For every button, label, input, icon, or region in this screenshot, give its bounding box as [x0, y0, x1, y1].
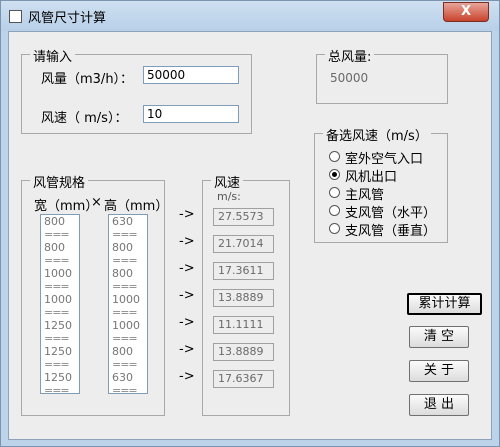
title-bar: 风管尺寸计算 X [1, 1, 499, 31]
list-item[interactable]: 800 [109, 345, 147, 358]
list-item[interactable]: 630 [109, 215, 147, 228]
result-speed-label: 风速 [211, 172, 244, 191]
list-separator: === [112, 254, 138, 267]
list-separator: === [112, 358, 138, 371]
list-separator: === [44, 358, 70, 371]
list-separator: === [44, 254, 70, 267]
speed-option-label[interactable]: 室外空气入口 [345, 148, 423, 167]
duct-size-group: 风管规格 宽（mm） × 高（mm） 800 === 800 === 1000 === 10… [21, 172, 169, 416]
result-speed-value: 13.8889 [213, 289, 274, 307]
list-item[interactable]: 1000 [109, 319, 147, 332]
list-separator: === [112, 332, 138, 345]
row-arrow: -> [179, 234, 195, 249]
list-item[interactable]: 1000 [41, 293, 79, 306]
total-airflow-label: 总风量: [325, 46, 375, 65]
list-separator: === [112, 280, 138, 293]
calculate-button[interactable]: 累计计算 [407, 293, 482, 315]
speed-option-label[interactable]: 支风管（水平） [345, 202, 436, 221]
total-airflow-value: 50000 [330, 71, 369, 85]
width-listbox[interactable]: 800 === 800 === 1000 === 1000 === 1250 === 1250 ===… [40, 214, 80, 394]
list-separator: === [44, 306, 70, 319]
speed-options-label: 备选风速（m/s） [323, 125, 431, 144]
result-speed-value: 17.6367 [213, 370, 274, 388]
list-separator: === [44, 280, 70, 293]
times-sign: × [91, 195, 102, 210]
result-speed-value: 13.8889 [213, 343, 274, 361]
list-item[interactable]: 800 [41, 215, 79, 228]
list-item[interactable]: 1250 [41, 345, 79, 358]
window: 风管尺寸计算 X 请输入 风量（m3/h）： 50000 风速（ m/s）： 1… [0, 0, 500, 447]
list-separator: === [112, 306, 138, 319]
result-unit-label: m/s: [217, 190, 241, 203]
speed-option-label[interactable]: 风机出口 [345, 166, 397, 185]
input-group: 请输入 风量（m3/h）： 50000 风速（ m/s）： 10 [21, 46, 252, 134]
list-item[interactable]: 800 [109, 241, 147, 254]
height-header: 高（mm） [104, 199, 169, 214]
speed-option-radio[interactable] [329, 151, 340, 162]
exit-button[interactable]: 退 出 [409, 394, 469, 416]
speed-options-group: 备选风速（m/s） 室外空气入口 风机出口 主风管 支风管（水平） 支风管（垂直） [314, 125, 448, 243]
list-item[interactable]: 630 [109, 371, 147, 384]
speed-option-radio[interactable] [329, 223, 340, 234]
list-item[interactable]: 1000 [41, 267, 79, 280]
height-listbox[interactable]: 630 === 800 === 800 === 1000 === 1000 === 800 === 63… [108, 214, 148, 394]
duct-size-label: 风管规格 [30, 172, 89, 191]
speed-option-label[interactable]: 支风管（垂直） [345, 220, 436, 239]
list-separator: === [112, 384, 138, 394]
dialog-client: 请输入 风量（m3/h）： 50000 风速（ m/s）： 10 总风量: 50… [8, 31, 492, 440]
result-speed-group: 风速 m/s: 27.5573 21.7014 17.3611 13.8889 11.1… [202, 172, 290, 416]
row-arrow: -> [179, 288, 195, 303]
result-speed-value: 21.7014 [213, 235, 274, 253]
clear-button[interactable]: 清 空 [409, 326, 469, 348]
list-item[interactable]: 800 [41, 241, 79, 254]
speed-label: 风速（ m/s）： [41, 111, 128, 126]
result-speed-value: 27.5573 [213, 208, 274, 226]
speed-option-radio[interactable] [329, 205, 340, 216]
speed-option-label[interactable]: 主风管 [345, 184, 384, 203]
about-button[interactable]: 关 于 [409, 360, 469, 382]
app-icon [9, 10, 22, 23]
width-header: 宽（mm） [34, 199, 99, 214]
list-separator: === [44, 332, 70, 345]
list-separator: === [44, 384, 70, 394]
row-arrow: -> [179, 315, 195, 330]
result-speed-value: 17.3611 [213, 262, 274, 280]
flow-input[interactable]: 50000 [143, 66, 239, 84]
speed-option-radio[interactable] [329, 187, 340, 198]
result-speed-value: 11.1111 [213, 316, 274, 334]
list-item[interactable]: 1250 [41, 319, 79, 332]
row-arrow: -> [179, 369, 195, 384]
speed-input[interactable]: 10 [143, 105, 239, 123]
row-arrow: -> [179, 261, 195, 276]
speed-option-radio[interactable] [329, 169, 340, 180]
list-item[interactable]: 1000 [109, 293, 147, 306]
close-button[interactable]: X [443, 2, 489, 22]
input-group-label: 请输入 [30, 46, 76, 65]
window-title: 风管尺寸计算 [28, 11, 107, 26]
row-arrow: -> [179, 207, 195, 222]
total-airflow-group: 总风量: 50000 [316, 46, 448, 104]
row-arrow: -> [179, 342, 195, 357]
list-separator: === [112, 228, 138, 241]
list-item[interactable]: 1250 [41, 371, 79, 384]
list-item[interactable]: 800 [109, 267, 147, 280]
list-separator: === [44, 228, 70, 241]
flow-label: 风量（m3/h）： [41, 72, 134, 87]
